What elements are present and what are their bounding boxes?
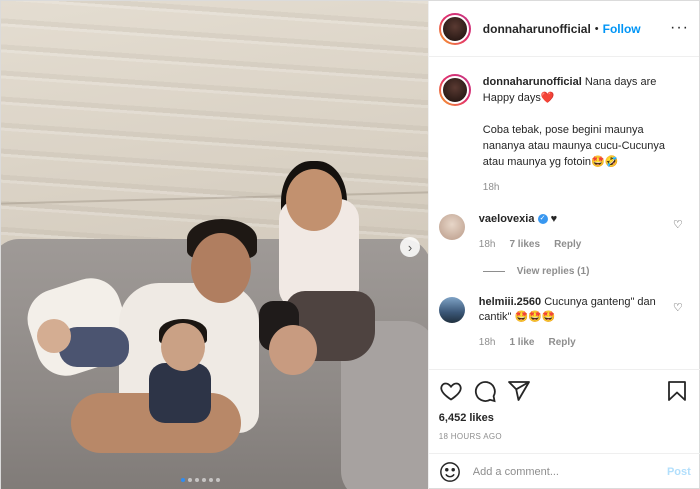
view-replies-button[interactable]: View replies (1)	[482, 266, 700, 277]
post-photo[interactable]: ›	[1, 1, 428, 489]
carousel-dot	[181, 478, 185, 482]
caption-avatar[interactable]	[438, 74, 471, 106]
emoji-icon[interactable]	[439, 461, 461, 483]
comment-likes[interactable]: 7 likes	[509, 237, 540, 252]
reply-button[interactable]: Reply	[549, 335, 576, 350]
instagram-post: › donnaharunofficial • Follow ··· donnah…	[0, 0, 700, 489]
commenter-avatar[interactable]	[438, 214, 465, 240]
carousel-dots	[181, 478, 220, 482]
post-actions: 6,452 likes 18 HOURS AGO	[428, 369, 700, 441]
carousel-dot	[195, 478, 199, 482]
bookmark-icon[interactable]	[665, 379, 689, 403]
caption-time: 18h	[482, 182, 500, 193]
caption-line2: Coba tebak, pose begini maunya nananya a…	[482, 124, 666, 168]
header-separator: •	[594, 22, 599, 35]
post-caption: donnaharunofficial Nana days are Happy d…	[429, 58, 700, 196]
comment-icon[interactable]	[473, 379, 497, 403]
view-replies-label: View replies (1)	[516, 266, 590, 277]
post-side-panel: donnaharunofficial • Follow ··· donnahar…	[427, 1, 700, 489]
carousel-dot	[209, 478, 213, 482]
comment-username[interactable]: helmiii.2560	[479, 296, 541, 308]
post-timestamp: 18 HOURS AGO	[438, 432, 502, 441]
author-username[interactable]: donnaharunofficial	[483, 22, 591, 36]
comment-like-icon[interactable]: ♡	[673, 218, 683, 231]
comment-likes[interactable]: 1 like	[509, 335, 534, 350]
verified-badge-icon: ✓	[537, 214, 548, 225]
caption-username[interactable]: donnaharunofficial	[483, 76, 582, 88]
post-comment-button[interactable]: Post	[667, 466, 691, 478]
commenter-avatar[interactable]	[438, 297, 465, 323]
comment-item: helmiii.2560 Cucunya ganteng" dan cantik…	[429, 295, 700, 350]
comment-time: 18h	[478, 239, 496, 250]
comment-item: vaelovexia ✓ ♥ 18h 7 likes Reply ♡	[429, 212, 700, 252]
author-avatar[interactable]	[438, 12, 471, 45]
comment-input[interactable]	[472, 466, 653, 478]
add-comment-bar: Post	[428, 453, 700, 489]
chevron-right-icon: ›	[407, 239, 413, 255]
comment-text: ♥	[550, 213, 558, 225]
heart-icon[interactable]	[439, 379, 463, 403]
carousel-next-button[interactable]: ›	[400, 237, 420, 257]
comments-list[interactable]: donnaharunofficial Nana days are Happy d…	[429, 58, 700, 368]
carousel-dot	[216, 478, 220, 482]
carousel-dot	[202, 478, 206, 482]
comment-like-icon[interactable]: ♡	[673, 301, 683, 314]
post-header: donnaharunofficial • Follow ···	[428, 1, 699, 57]
carousel-dot	[188, 478, 192, 482]
share-icon[interactable]	[507, 379, 531, 403]
comment-time: 18h	[478, 337, 496, 348]
follow-button[interactable]: Follow	[603, 22, 641, 36]
reply-button[interactable]: Reply	[554, 237, 581, 252]
likes-count[interactable]: 6,452 likes	[439, 412, 689, 424]
comment-username[interactable]: vaelovexia	[479, 213, 535, 225]
more-horizontal-icon[interactable]: ···	[670, 19, 689, 37]
